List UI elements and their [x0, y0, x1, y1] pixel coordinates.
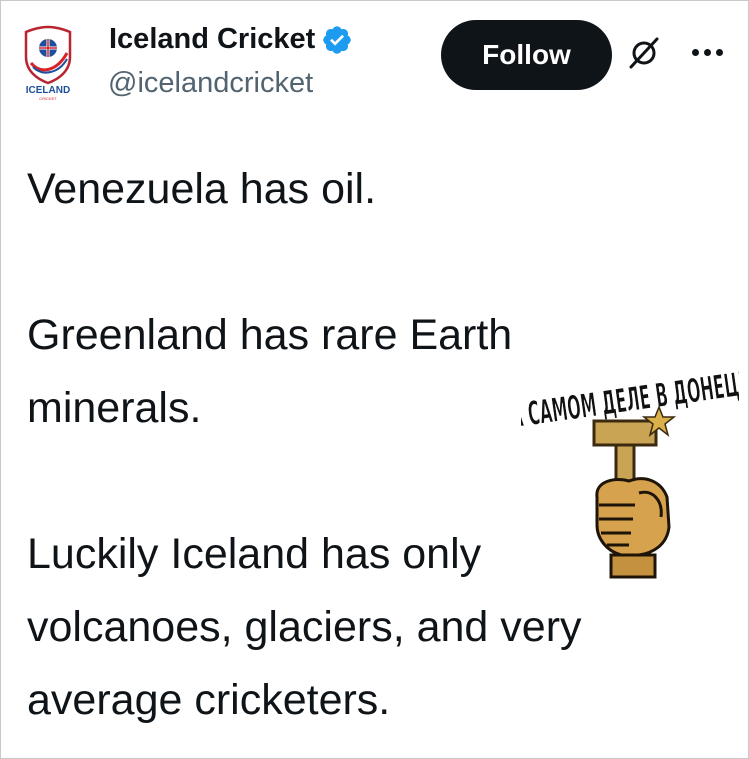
- grok-icon[interactable]: [626, 35, 662, 71]
- tweet-paragraph: Venezuela has oil.: [27, 153, 727, 226]
- logo-subtext: CRICKET: [39, 96, 57, 101]
- author-name-row[interactable]: Iceland Cricket: [109, 23, 353, 56]
- tweet-line: minerals.: [27, 384, 202, 432]
- tweet-card: ICELAND CRICKET Iceland Cricket @iceland…: [0, 0, 749, 759]
- dot-icon: [704, 48, 711, 56]
- hammer-fist-sticker: НА САМОМ ДЕЛЕ В ДОНЕЦКЕ: [521, 369, 739, 579]
- handle[interactable]: @icelandcricket: [108, 67, 313, 100]
- tweet-line: volcanoes, glaciers, and very: [27, 603, 582, 651]
- display-name[interactable]: Iceland Cricket: [109, 23, 315, 56]
- dot-icon: [716, 48, 723, 56]
- more-options-icon[interactable]: [692, 37, 732, 67]
- iceland-cricket-logo: ICELAND CRICKET: [24, 25, 72, 101]
- tweet-line: Luckily Iceland has only: [27, 530, 482, 578]
- tweet-line: Venezuela has oil.: [27, 165, 377, 213]
- logo-wordmark: ICELAND: [26, 85, 70, 96]
- verified-badge-icon: [323, 25, 351, 54]
- avatar[interactable]: ICELAND CRICKET: [15, 23, 81, 101]
- hammer-fist-icon: [592, 404, 677, 579]
- follow-button[interactable]: Follow: [441, 20, 612, 90]
- tweet-line: Greenland has rare Earth: [27, 311, 513, 359]
- dot-icon: [692, 48, 699, 56]
- tweet-line: average cricketers.: [27, 676, 391, 724]
